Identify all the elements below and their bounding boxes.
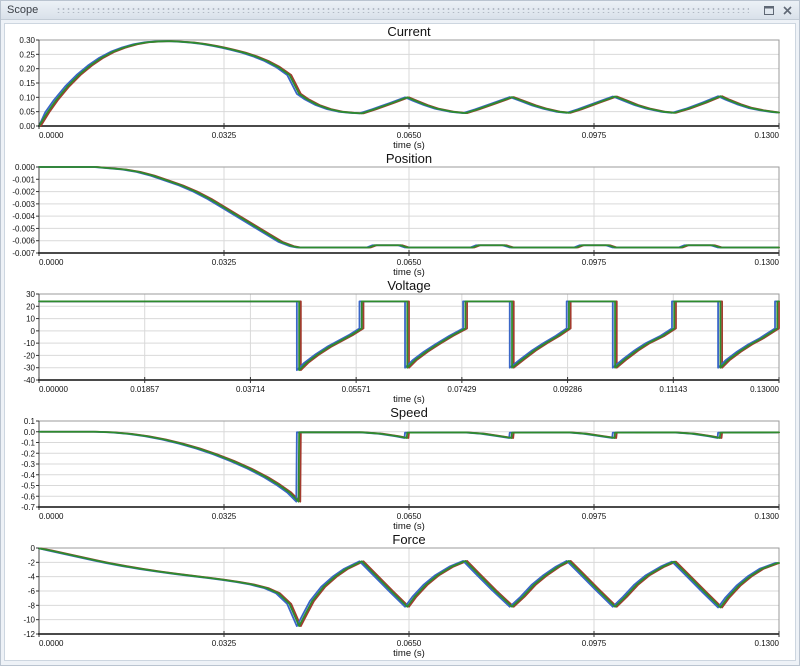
maximize-icon xyxy=(764,6,774,15)
x-tick-label: 0.11143 xyxy=(659,385,687,394)
chart-title: Speed xyxy=(390,405,428,420)
y-tick-label: 10 xyxy=(26,315,35,324)
close-button[interactable] xyxy=(781,4,793,16)
close-icon xyxy=(783,6,792,15)
x-tick-label: 0.05571 xyxy=(342,385,371,394)
y-tick-label: -0.3 xyxy=(21,460,35,469)
y-tick-label: 0.20 xyxy=(19,65,35,74)
titlebar[interactable]: Scope xyxy=(1,1,799,20)
x-tick-label: 0.13000 xyxy=(750,385,779,394)
y-tick-label: -4 xyxy=(28,573,36,582)
y-tick-label: 0.30 xyxy=(19,36,35,45)
y-tick-label: 0.0 xyxy=(24,428,36,437)
x-tick-label: 0.01857 xyxy=(130,385,159,394)
chart-force: Force 0 -2 -4 -6 -8 -10 -12 0.0000 0.0325 0.0650 0.… xyxy=(5,532,796,659)
chart-voltage: Voltage 30 20 10 0 -10 -20 -30 -40 0.00000 0.01857… xyxy=(5,278,796,405)
series-voltage-red xyxy=(41,301,779,370)
y-tick-label: -30 xyxy=(23,364,35,373)
y-tick-label: 0.1 xyxy=(24,417,36,426)
x-tick-label: 0.1300 xyxy=(755,131,780,140)
y-tick-label: -0.6 xyxy=(21,492,35,501)
x-tick-label: 0.0650 xyxy=(397,639,422,648)
x-tick-label: 0.0975 xyxy=(582,639,607,648)
x-tick-label: 0.0000 xyxy=(39,512,64,521)
chart-title: Voltage xyxy=(387,278,430,293)
y-tick-label: 30 xyxy=(26,290,35,299)
x-tick-label: 0.0975 xyxy=(582,512,607,521)
y-tick-label: -0.006 xyxy=(12,237,35,246)
y-tick-label: -0.004 xyxy=(12,212,35,221)
titlebar-drag-handle[interactable] xyxy=(56,7,749,13)
x-tick-label: 0.09286 xyxy=(553,385,582,394)
x-axis-label: time (s) xyxy=(393,648,425,659)
y-tick-label: -0.5 xyxy=(21,482,35,491)
x-tick-label: 0.1300 xyxy=(755,639,780,648)
y-tick-label: -0.002 xyxy=(12,188,35,197)
series-force-red xyxy=(41,548,779,626)
x-axis-label: time (s) xyxy=(393,521,425,532)
x-tick-label: 0.07429 xyxy=(447,385,476,394)
y-tick-label: -12 xyxy=(23,630,35,639)
x-tick-label: 0.1300 xyxy=(755,258,780,267)
x-tick-label: 0.0650 xyxy=(397,512,422,521)
chart-title: Position xyxy=(386,151,432,166)
x-tick-label: 0.0325 xyxy=(212,258,237,267)
y-tick-label: 0 xyxy=(31,327,36,336)
y-tick-label: -0.4 xyxy=(21,471,35,480)
y-tick-label: 20 xyxy=(26,302,35,311)
series-group xyxy=(39,301,779,370)
x-axis-label: time (s) xyxy=(393,140,425,151)
y-tick-label: -0.2 xyxy=(21,449,35,458)
y-tick-label: -10 xyxy=(23,339,35,348)
x-axis-label: time (s) xyxy=(393,394,425,405)
chart-title: Force xyxy=(392,532,425,547)
y-tick-label: -0.003 xyxy=(12,200,35,209)
x-tick-label: 0.00000 xyxy=(39,385,68,394)
charts-container: Current0.300.250.200.150.100.050.000.000… xyxy=(4,23,796,661)
y-tick-label: -0.001 xyxy=(12,175,35,184)
y-tick-label: 0 xyxy=(31,544,36,553)
x-tick-label: 0.1300 xyxy=(755,512,780,521)
chart-current: Current 0.30 0.25 0.20 0.15 0.10 0.05 0.00 0.000… xyxy=(5,24,796,151)
x-tick-label: 0.0975 xyxy=(582,258,607,267)
chart-title: Current xyxy=(387,24,431,39)
y-tick-label: 0.05 xyxy=(19,108,35,117)
x-tick-label: 0.0325 xyxy=(212,512,237,521)
x-tick-label: 0.0325 xyxy=(212,131,237,140)
x-tick-label: 0.0650 xyxy=(397,131,422,140)
y-tick-label: -2 xyxy=(28,558,36,567)
y-tick-label: -20 xyxy=(23,351,35,360)
x-axis-label: time (s) xyxy=(393,267,425,278)
x-tick-label: 0.0650 xyxy=(397,258,422,267)
window-title: Scope xyxy=(7,4,38,16)
x-tick-label: 0.0975 xyxy=(582,131,607,140)
y-tick-label: -0.7 xyxy=(21,503,35,512)
y-tick-label: -8 xyxy=(28,601,36,610)
x-tick-label: 0.0325 xyxy=(212,639,237,648)
y-tick-label: 0.00 xyxy=(19,122,35,131)
x-tick-label: 0.03714 xyxy=(236,385,265,394)
y-tick-label: -40 xyxy=(23,376,35,385)
y-tick-label: -10 xyxy=(23,616,35,625)
chart-speed: Speed 0.1 0.0 -0.1-0.2 -0.3 -0.4 -0.5-0.6 -0.7 0… xyxy=(5,405,796,532)
y-tick-label: -0.005 xyxy=(12,224,35,233)
x-tick-label: 0.0000 xyxy=(39,639,64,648)
series-force-blue xyxy=(39,548,777,626)
y-tick-label: 0.25 xyxy=(19,50,35,59)
chart-position: Position 0.000 -0.001 -0.002 -0.003 -0.004 -0.… xyxy=(5,151,796,278)
maximize-button[interactable] xyxy=(763,4,775,16)
scope-window: Scope Current0.300.250.200.150.100.050.0… xyxy=(0,0,800,666)
y-tick-label: -0.1 xyxy=(21,439,35,448)
y-tick-label: 0.10 xyxy=(19,93,35,102)
x-tick-label: 0.0000 xyxy=(39,258,64,267)
x-tick-label: 0.0000 xyxy=(39,131,64,140)
y-tick-label: 0.000 xyxy=(15,163,36,172)
y-tick-label: -6 xyxy=(28,587,36,596)
y-tick-label: -0.007 xyxy=(12,249,35,258)
y-tick-label: 0.15 xyxy=(19,79,35,88)
